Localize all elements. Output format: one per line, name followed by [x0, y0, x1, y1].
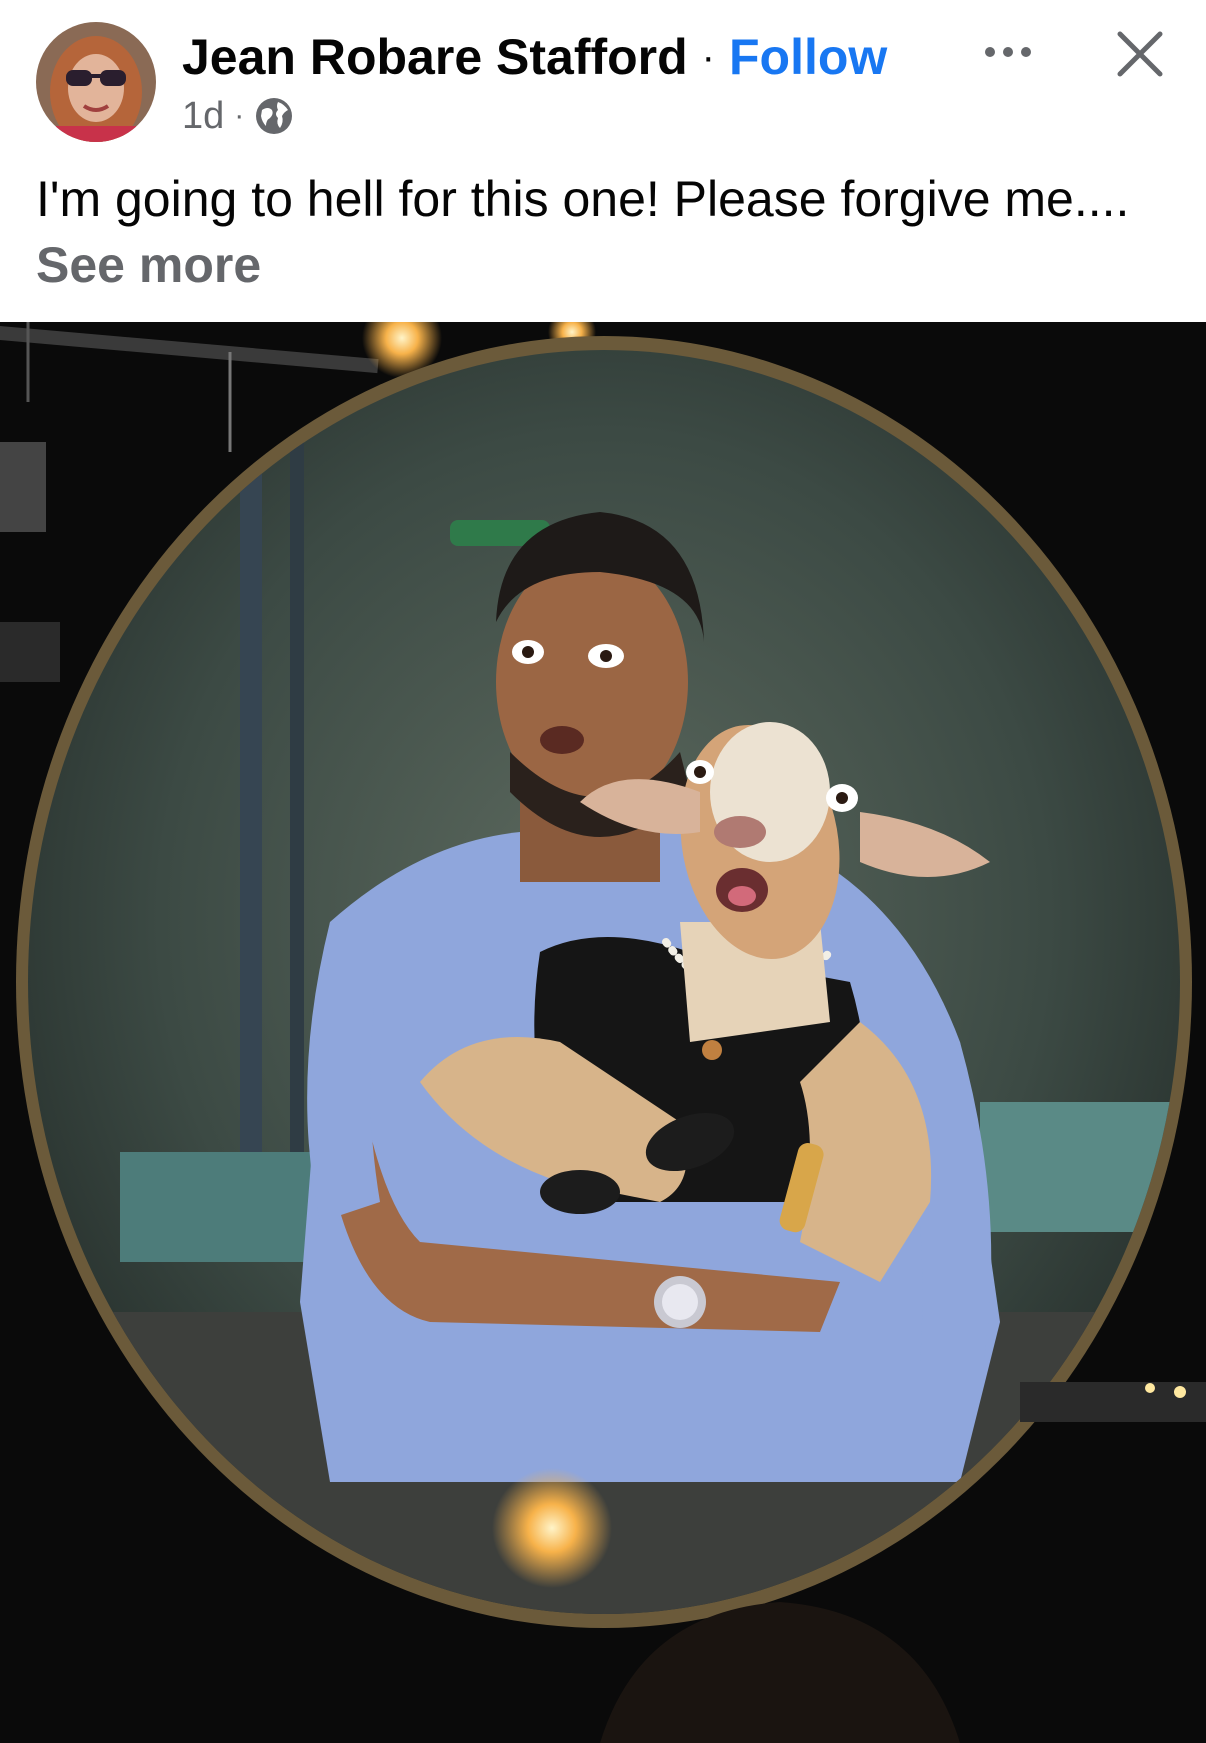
post-timestamp[interactable]: 1d [182, 95, 224, 138]
avatar-photo [36, 22, 156, 142]
see-more-link[interactable]: See more [36, 237, 261, 293]
post-photo[interactable] [0, 322, 1206, 1743]
post-header: Jean Robare Stafford · Follow 1d · I'm g… [0, 0, 1206, 322]
globe-icon[interactable] [254, 96, 294, 136]
follow-button[interactable]: Follow [729, 26, 887, 88]
caption-text: I'm going to hell for this one! Please f… [36, 171, 1130, 227]
more-options-icon [985, 47, 1031, 57]
author-line: Jean Robare Stafford · Follow [182, 26, 887, 88]
post-meta: 1d · [182, 92, 294, 140]
author-avatar[interactable] [36, 22, 156, 142]
close-button[interactable] [1112, 26, 1168, 82]
name-separator: · [701, 35, 715, 79]
post-caption: I'm going to hell for this one! Please f… [36, 166, 1156, 298]
close-icon [1117, 31, 1163, 77]
more-options-button[interactable] [978, 30, 1038, 74]
photo-man-holding-goat-on-screen [0, 322, 1206, 1743]
facebook-post: Jean Robare Stafford · Follow 1d · I'm g… [0, 0, 1206, 1743]
author-name[interactable]: Jean Robare Stafford [182, 26, 688, 88]
meta-separator: · [234, 99, 245, 132]
